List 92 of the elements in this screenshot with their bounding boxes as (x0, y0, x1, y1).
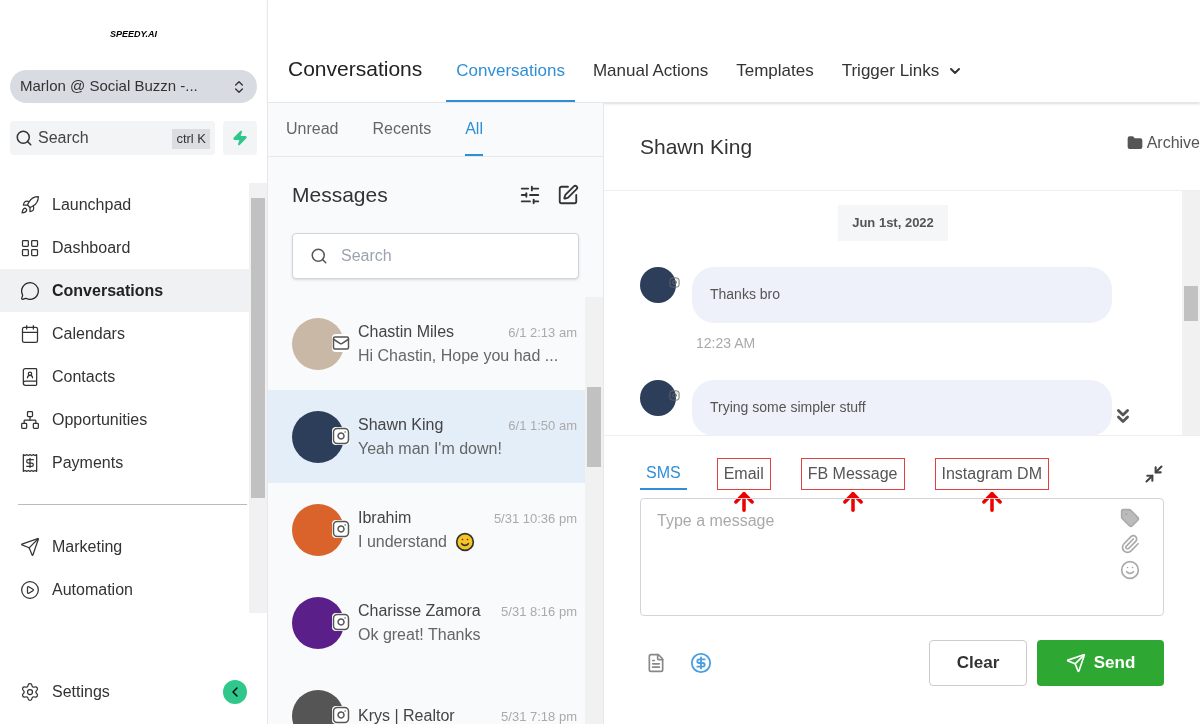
avatar (640, 379, 676, 416)
instagram-icon (332, 612, 350, 631)
smiley-icon (454, 531, 475, 552)
compose-icon[interactable] (557, 184, 579, 206)
paper-plane-icon (1065, 653, 1086, 673)
account-switcher[interactable]: Marlon @ Social Buzzn -... (10, 70, 257, 103)
search-field[interactable]: Search (292, 233, 579, 279)
filter-tab[interactable]: Unread (286, 103, 339, 156)
scrollbar[interactable] (249, 183, 267, 613)
contact-name: Krys | Realtor (358, 705, 455, 724)
nav-item[interactable]: Payments (0, 441, 249, 484)
conversation-item[interactable]: Charisse Zamora 5/31 8:16 pm Ok great! Thanks (268, 576, 585, 669)
message-preview: Yeah man I'm down! (358, 438, 502, 459)
instagram-icon (332, 519, 350, 538)
settings-item[interactable]: Settings (0, 680, 110, 704)
avatar (292, 596, 344, 649)
date-chip: Jun 1st, 2022 (838, 205, 948, 241)
nav-item[interactable]: Opportunities (0, 398, 249, 441)
grid-icon (20, 237, 40, 258)
chat-bubble-icon (20, 280, 40, 301)
header-tab[interactable]: Templates (726, 42, 824, 102)
message-bubble: Trying some simpler stuff (692, 379, 1112, 436)
nav-item[interactable]: Marketing (0, 525, 249, 568)
shortcut-hint: ctrl K (172, 129, 210, 149)
avatar (292, 503, 344, 556)
smiley-icon[interactable] (1120, 560, 1140, 580)
nav-item[interactable]: Automation (0, 568, 249, 611)
tag-icon[interactable] (1120, 508, 1140, 528)
page-title: Conversations (288, 55, 423, 82)
conversation-item[interactable]: Shawn King 6/1 1:50 am Yeah man I'm down! (268, 390, 585, 483)
avatar (640, 266, 676, 303)
play-icon (20, 579, 40, 600)
message-time: 6/1 1:50 am (508, 416, 577, 435)
document-icon[interactable] (646, 653, 666, 673)
search-icon (15, 129, 33, 147)
inbox-title: Messages (292, 182, 388, 209)
nav-item[interactable]: Conversations (0, 269, 249, 312)
filter-tab[interactable]: Recents (372, 103, 432, 156)
contact-book-icon (20, 366, 40, 387)
receipt-icon (20, 452, 40, 473)
conversation-item[interactable]: Chastin Miles 6/1 2:13 am Hi Chastin, Hope you had ... (268, 297, 585, 390)
calendar-icon (20, 323, 40, 344)
channel-tab[interactable]: Email (716, 458, 771, 490)
archive-button[interactable]: Archive (1126, 130, 1200, 155)
nav-item[interactable]: Calendars (0, 312, 249, 355)
contact-name: Charisse Zamora (358, 600, 481, 621)
clear-button[interactable]: Clear (929, 640, 1027, 686)
header-tab[interactable]: Trigger Links (831, 42, 974, 102)
paper-plane-icon (20, 536, 40, 557)
rocket-icon (20, 194, 40, 215)
message-field[interactable]: Type a message (640, 498, 1164, 616)
channel-tab[interactable]: SMS (640, 458, 687, 490)
message-time: 5/31 8:16 pm (501, 602, 577, 621)
message-bubble: Thanks bro (692, 266, 1112, 323)
collapse-button[interactable] (223, 680, 247, 704)
scrollbar[interactable] (585, 297, 603, 724)
network-icon (20, 409, 40, 430)
paperclip-icon[interactable] (1120, 534, 1140, 554)
avatar (292, 410, 344, 463)
lightning-icon (232, 130, 248, 146)
envelope-icon (332, 333, 350, 352)
nav-item[interactable]: Dashboard (0, 226, 249, 269)
message-preview: Hi Chastin, Hope you had ... (358, 345, 559, 366)
instagram-icon (669, 389, 680, 401)
header-tab[interactable]: Manual Actions (582, 42, 719, 102)
message-time: 5/31 7:18 pm (501, 707, 577, 724)
folder-icon (1126, 134, 1143, 151)
logo: SPEEDY.AI (109, 28, 158, 42)
dollar-icon[interactable] (690, 652, 712, 674)
chat-contact-name: Shawn King (640, 133, 753, 160)
search-icon (310, 247, 328, 265)
instagram-icon (669, 276, 680, 288)
contact-name: Ibrahim (358, 507, 412, 528)
message-preview: Ok great! Thanks (358, 624, 481, 645)
contact-name: Shawn King (358, 414, 444, 435)
settings-icon (20, 682, 40, 702)
nav-item[interactable]: Contacts (0, 355, 249, 398)
instagram-icon (332, 426, 350, 445)
message-preview: I understand (358, 531, 447, 552)
message-time: 6/1 2:13 am (508, 323, 577, 342)
contact-name: Chastin Miles (358, 321, 455, 342)
message-time: 12:23 AM (696, 333, 757, 353)
conversation-item[interactable]: Krys | Realtor 5/31 7:18 pm (268, 669, 585, 724)
message-time: 5/31 10:36 pm (493, 509, 577, 528)
conversation-item[interactable]: Ibrahim 5/31 10:36 pm I understand (268, 483, 585, 576)
collapse-icon[interactable] (1144, 464, 1164, 484)
channel-tab[interactable]: FB Message (800, 458, 905, 490)
quick-action-button[interactable] (223, 121, 257, 155)
scrollbar[interactable] (1182, 191, 1200, 435)
channel-tab[interactable]: Instagram DM (934, 458, 1049, 490)
filter-icon[interactable] (519, 184, 541, 206)
nav-item[interactable]: Launchpad (0, 183, 249, 226)
